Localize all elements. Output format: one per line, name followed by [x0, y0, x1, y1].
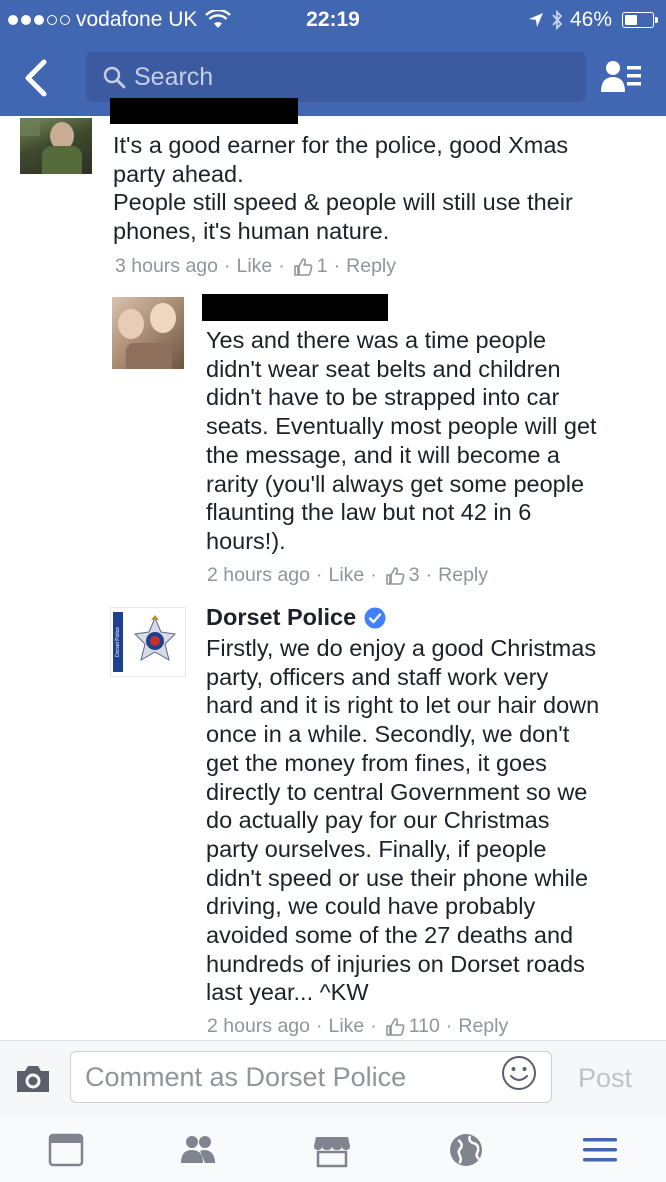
- logo-lettering: Dorset Police: [115, 627, 121, 657]
- redacted-name-1: [110, 98, 298, 124]
- like-count-3: 110: [408, 1015, 440, 1037]
- comment-input[interactable]: Comment as Dorset Police: [70, 1051, 552, 1103]
- comment-composer: Comment as Dorset Police Post: [0, 1040, 666, 1118]
- marketplace-icon[interactable]: [312, 1131, 352, 1169]
- friend-requests-icon[interactable]: [600, 58, 644, 98]
- comment-meta-1: 3 hours ago · Like · 1 · Reply: [115, 255, 396, 278]
- location-arrow-icon: [528, 13, 543, 27]
- search-input[interactable]: Search: [86, 52, 586, 102]
- post-button[interactable]: Post: [578, 1063, 632, 1094]
- bluetooth-icon: [552, 10, 563, 30]
- notifications-globe-icon[interactable]: [446, 1131, 486, 1169]
- comment-author-3[interactable]: Dorset Police: [206, 604, 386, 631]
- comment-meta-3: 2 hours ago · Like · 110 · Reply: [207, 1015, 509, 1038]
- comment-placeholder: Comment as Dorset Police: [85, 1061, 407, 1092]
- comment-time-1[interactable]: 3 hours ago: [115, 255, 218, 278]
- search-placeholder: Search: [134, 62, 214, 91]
- smiley-icon[interactable]: [500, 1054, 538, 1092]
- thumbs-up-icon: [385, 1017, 405, 1036]
- status-bar: vodafone UK 22:19 46%: [0, 0, 666, 40]
- search-icon: [103, 66, 126, 89]
- friends-icon[interactable]: [178, 1131, 218, 1169]
- comment-time-2[interactable]: 2 hours ago: [207, 564, 310, 587]
- police-crest-icon: [133, 615, 177, 662]
- like-button-2[interactable]: Like: [329, 564, 365, 587]
- commenter-avatar-1[interactable]: [20, 118, 92, 174]
- camera-icon[interactable]: [14, 1063, 52, 1095]
- news-feed-icon[interactable]: [46, 1131, 86, 1169]
- dorset-police-avatar[interactable]: Dorset Police: [110, 607, 186, 677]
- like-count-2: 3: [408, 564, 420, 586]
- author-name[interactable]: Dorset Police: [206, 604, 356, 631]
- status-right: 46%: [528, 8, 658, 32]
- verified-badge-icon: [364, 607, 386, 628]
- like-button-1[interactable]: Like: [237, 255, 273, 278]
- menu-icon[interactable]: [580, 1131, 620, 1169]
- reply-button-1[interactable]: Reply: [346, 255, 396, 278]
- like-count-1: 1: [316, 255, 328, 277]
- comment-meta-2: 2 hours ago · Like · 3 · Reply: [207, 564, 488, 587]
- bottom-tab-bar: [0, 1117, 666, 1182]
- thumbs-up-icon: [385, 566, 405, 585]
- redacted-name-2: [202, 294, 388, 321]
- top-bar: vodafone UK 22:19 46% Search: [0, 0, 666, 116]
- back-chevron-icon[interactable]: [14, 52, 58, 104]
- battery-percent: 46%: [569, 8, 612, 31]
- commenter-avatar-2[interactable]: [112, 297, 184, 369]
- thumbs-up-icon: [293, 257, 313, 276]
- reply-button-2[interactable]: Reply: [438, 564, 488, 587]
- reply-button-3[interactable]: Reply: [458, 1015, 508, 1038]
- comment-text-3: Firstly, we do enjoy a good Christmas pa…: [206, 635, 600, 1006]
- comment-text-1: It's a good earner for the police, good …: [113, 132, 573, 245]
- battery-icon: [622, 12, 658, 28]
- comment-text-2: Yes and there was a time people didn't w…: [206, 327, 597, 554]
- comment-time-3[interactable]: 2 hours ago: [207, 1015, 310, 1038]
- like-button-3[interactable]: Like: [329, 1015, 365, 1038]
